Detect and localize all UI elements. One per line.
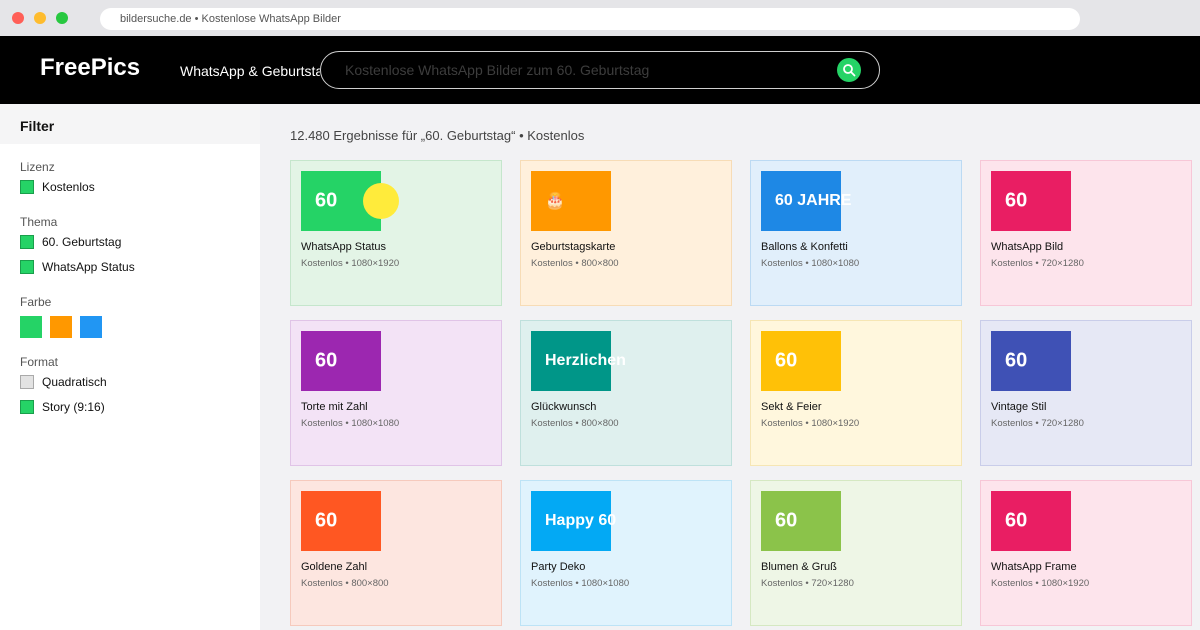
card-thumbnail[interactable]: Herzlichen [531,331,626,391]
image-card[interactable]: 60 Vintage Stil Kostenlos • 720×1280 [980,320,1192,466]
checkbox-label: Quadratisch [42,375,107,389]
checkbox-whatsapp-status[interactable] [20,260,34,274]
card-thumbnail[interactable]: 60 [991,331,1071,391]
license-label: Lizenz [20,160,55,174]
image-card[interactable]: 60 Torte mit Zahl Kostenlos • 1080×1080 [290,320,502,466]
card-meta: Kostenlos • 1080×1920 [991,578,1090,589]
checkbox-quadratisch[interactable] [20,375,34,389]
filter-quadratisch[interactable]: Quadratisch [20,375,107,389]
thumbnail-text: 60 [775,349,798,372]
card-title: WhatsApp Frame [991,561,1077,573]
thumbnail-text: 60 [315,509,338,532]
checkbox-label: Story (9:16) [42,400,105,414]
card-title: Geburtstagskarte [531,241,616,253]
card-thumbnail[interactable]: 60 [761,491,841,551]
image-card[interactable]: 🎂 Geburtstagskarte Kostenlos • 800×800 [520,160,732,306]
image-card[interactable]: 60 Sekt & Feier Kostenlos • 1080×1920 [750,320,962,466]
card-meta: Kostenlos • 1080×1920 [301,258,400,269]
card-meta: Kostenlos • 800×800 [531,258,619,269]
checkbox-60-geburtstag[interactable] [20,235,34,249]
site-header: FreePics WhatsApp & Geburtstag [0,36,1200,104]
address-bar[interactable]: bildersuche.de • Kostenlose WhatsApp Bil… [100,8,1080,30]
card-title: Torte mit Zahl [301,401,368,413]
card-thumbnail[interactable]: 60 [301,491,381,551]
thumbnail-text: 60 [1005,189,1028,212]
results-summary: 12.480 Ergebnisse für „60. Geburtstag“ •… [290,128,585,143]
window-maximize-button[interactable] [56,12,68,24]
thumbnail-text: 🎂 [545,193,565,210]
checkbox-kostenlos[interactable] [20,180,34,194]
color-swatch-green[interactable] [20,316,42,338]
card-title: Goldene Zahl [301,561,368,573]
nav-link-whatsapp-geburtstag[interactable]: WhatsApp & Geburtstag [180,63,320,79]
search-icon [843,64,856,77]
image-card[interactable]: 60 WhatsApp Status Kostenlos • 1080×1920 [290,160,502,306]
card-meta: Kostenlos • 720×1280 [991,258,1084,269]
card-meta: Kostenlos • 800×800 [531,418,619,429]
thumbnail-text: 60 JAHRE [775,192,852,209]
card-title: Blumen & Gruß [761,561,837,573]
card-title: Vintage Stil [991,401,1047,413]
image-card[interactable]: 60 JAHRE Ballons & Konfetti Kostenlos • 10… [750,160,962,306]
card-meta: Kostenlos • 1080×1920 [761,418,860,429]
checkbox-label: 60. Geburtstag [42,235,122,249]
thumbnail-text: Herzlichen [545,352,626,369]
card-meta: Kostenlos • 1080×1080 [301,418,400,429]
card-thumbnail[interactable]: 60 [761,331,841,391]
thumbnail-text: 60 [1005,349,1028,372]
color-swatch-orange[interactable] [50,316,72,338]
card-meta: Kostenlos • 1080×1080 [531,578,630,589]
card-thumbnail[interactable]: 🎂 [531,171,611,231]
color-label: Farbe [20,295,52,309]
card-thumbnail[interactable]: 60 [991,491,1071,551]
filter-60-geburtstag[interactable]: 60. Geburtstag [20,235,121,249]
card-title: Sekt & Feier [761,401,822,413]
checkbox-label: Kostenlos [42,180,95,194]
thumbnail-text: 60 [1005,509,1028,532]
theme-label: Thema [20,215,58,229]
window-close-button[interactable] [12,12,24,24]
thumbnail-text: Happy 60 [545,512,617,529]
browser-chrome: bildersuche.de • Kostenlose WhatsApp Bil… [0,0,1200,36]
image-card[interactable]: Happy 60 Party Deko Kostenlos • 1080×1080 [520,480,732,626]
thumbnail-text: 60 [775,509,798,532]
site-logo[interactable]: FreePics [40,54,140,82]
image-card[interactable]: 60 Goldene Zahl Kostenlos • 800×800 [290,480,502,626]
card-title: WhatsApp Status [301,241,386,253]
filter-story[interactable]: Story (9:16) [20,400,105,414]
search-button[interactable] [837,58,861,82]
image-card[interactable]: 60 Blumen & Gruß Kostenlos • 720×1280 [750,480,962,626]
window-minimize-button[interactable] [34,12,46,24]
card-title: Ballons & Konfetti [761,241,848,253]
image-card[interactable]: 60 WhatsApp Bild Kostenlos • 720×1280 [980,160,1192,306]
card-title: WhatsApp Bild [991,241,1064,253]
filter-sidebar: Filter Lizenz Kostenlos Thema 60. Geburt… [0,104,260,630]
filter-whatsapp-status[interactable]: WhatsApp Status [20,260,135,274]
balloon-decoration [363,183,399,219]
card-meta: Kostenlos • 720×1280 [991,418,1084,429]
card-meta: Kostenlos • 800×800 [301,578,389,589]
image-card[interactable]: 60 WhatsApp Frame Kostenlos • 1080×1920 [980,480,1192,626]
image-card[interactable]: Herzlichen Glückwunsch Kostenlos • 800×800 [520,320,732,466]
card-thumbnail[interactable]: 60 [991,171,1071,231]
search-input[interactable] [345,60,825,80]
card-thumbnail[interactable]: 60 [301,171,399,231]
card-meta: Kostenlos • 720×1280 [761,578,854,589]
thumbnail-text: 60 [315,349,338,372]
thumbnail-text: 60 [315,189,338,212]
card-thumbnail[interactable]: 60 JAHRE [761,171,851,231]
card-thumbnail[interactable]: 60 [301,331,381,391]
filter-kostenlos[interactable]: Kostenlos [20,180,95,194]
card-meta: Kostenlos • 1080×1080 [761,258,860,269]
card-thumbnail[interactable]: Happy 60 [531,491,616,551]
search-box [320,51,880,89]
card-title: Glückwunsch [531,401,597,413]
color-swatch-blue[interactable] [80,316,102,338]
card-title: Party Deko [531,561,586,573]
format-label: Format [20,355,59,369]
filter-title: Filter [0,104,260,144]
checkbox-label: WhatsApp Status [42,260,135,274]
checkbox-story[interactable] [20,400,34,414]
